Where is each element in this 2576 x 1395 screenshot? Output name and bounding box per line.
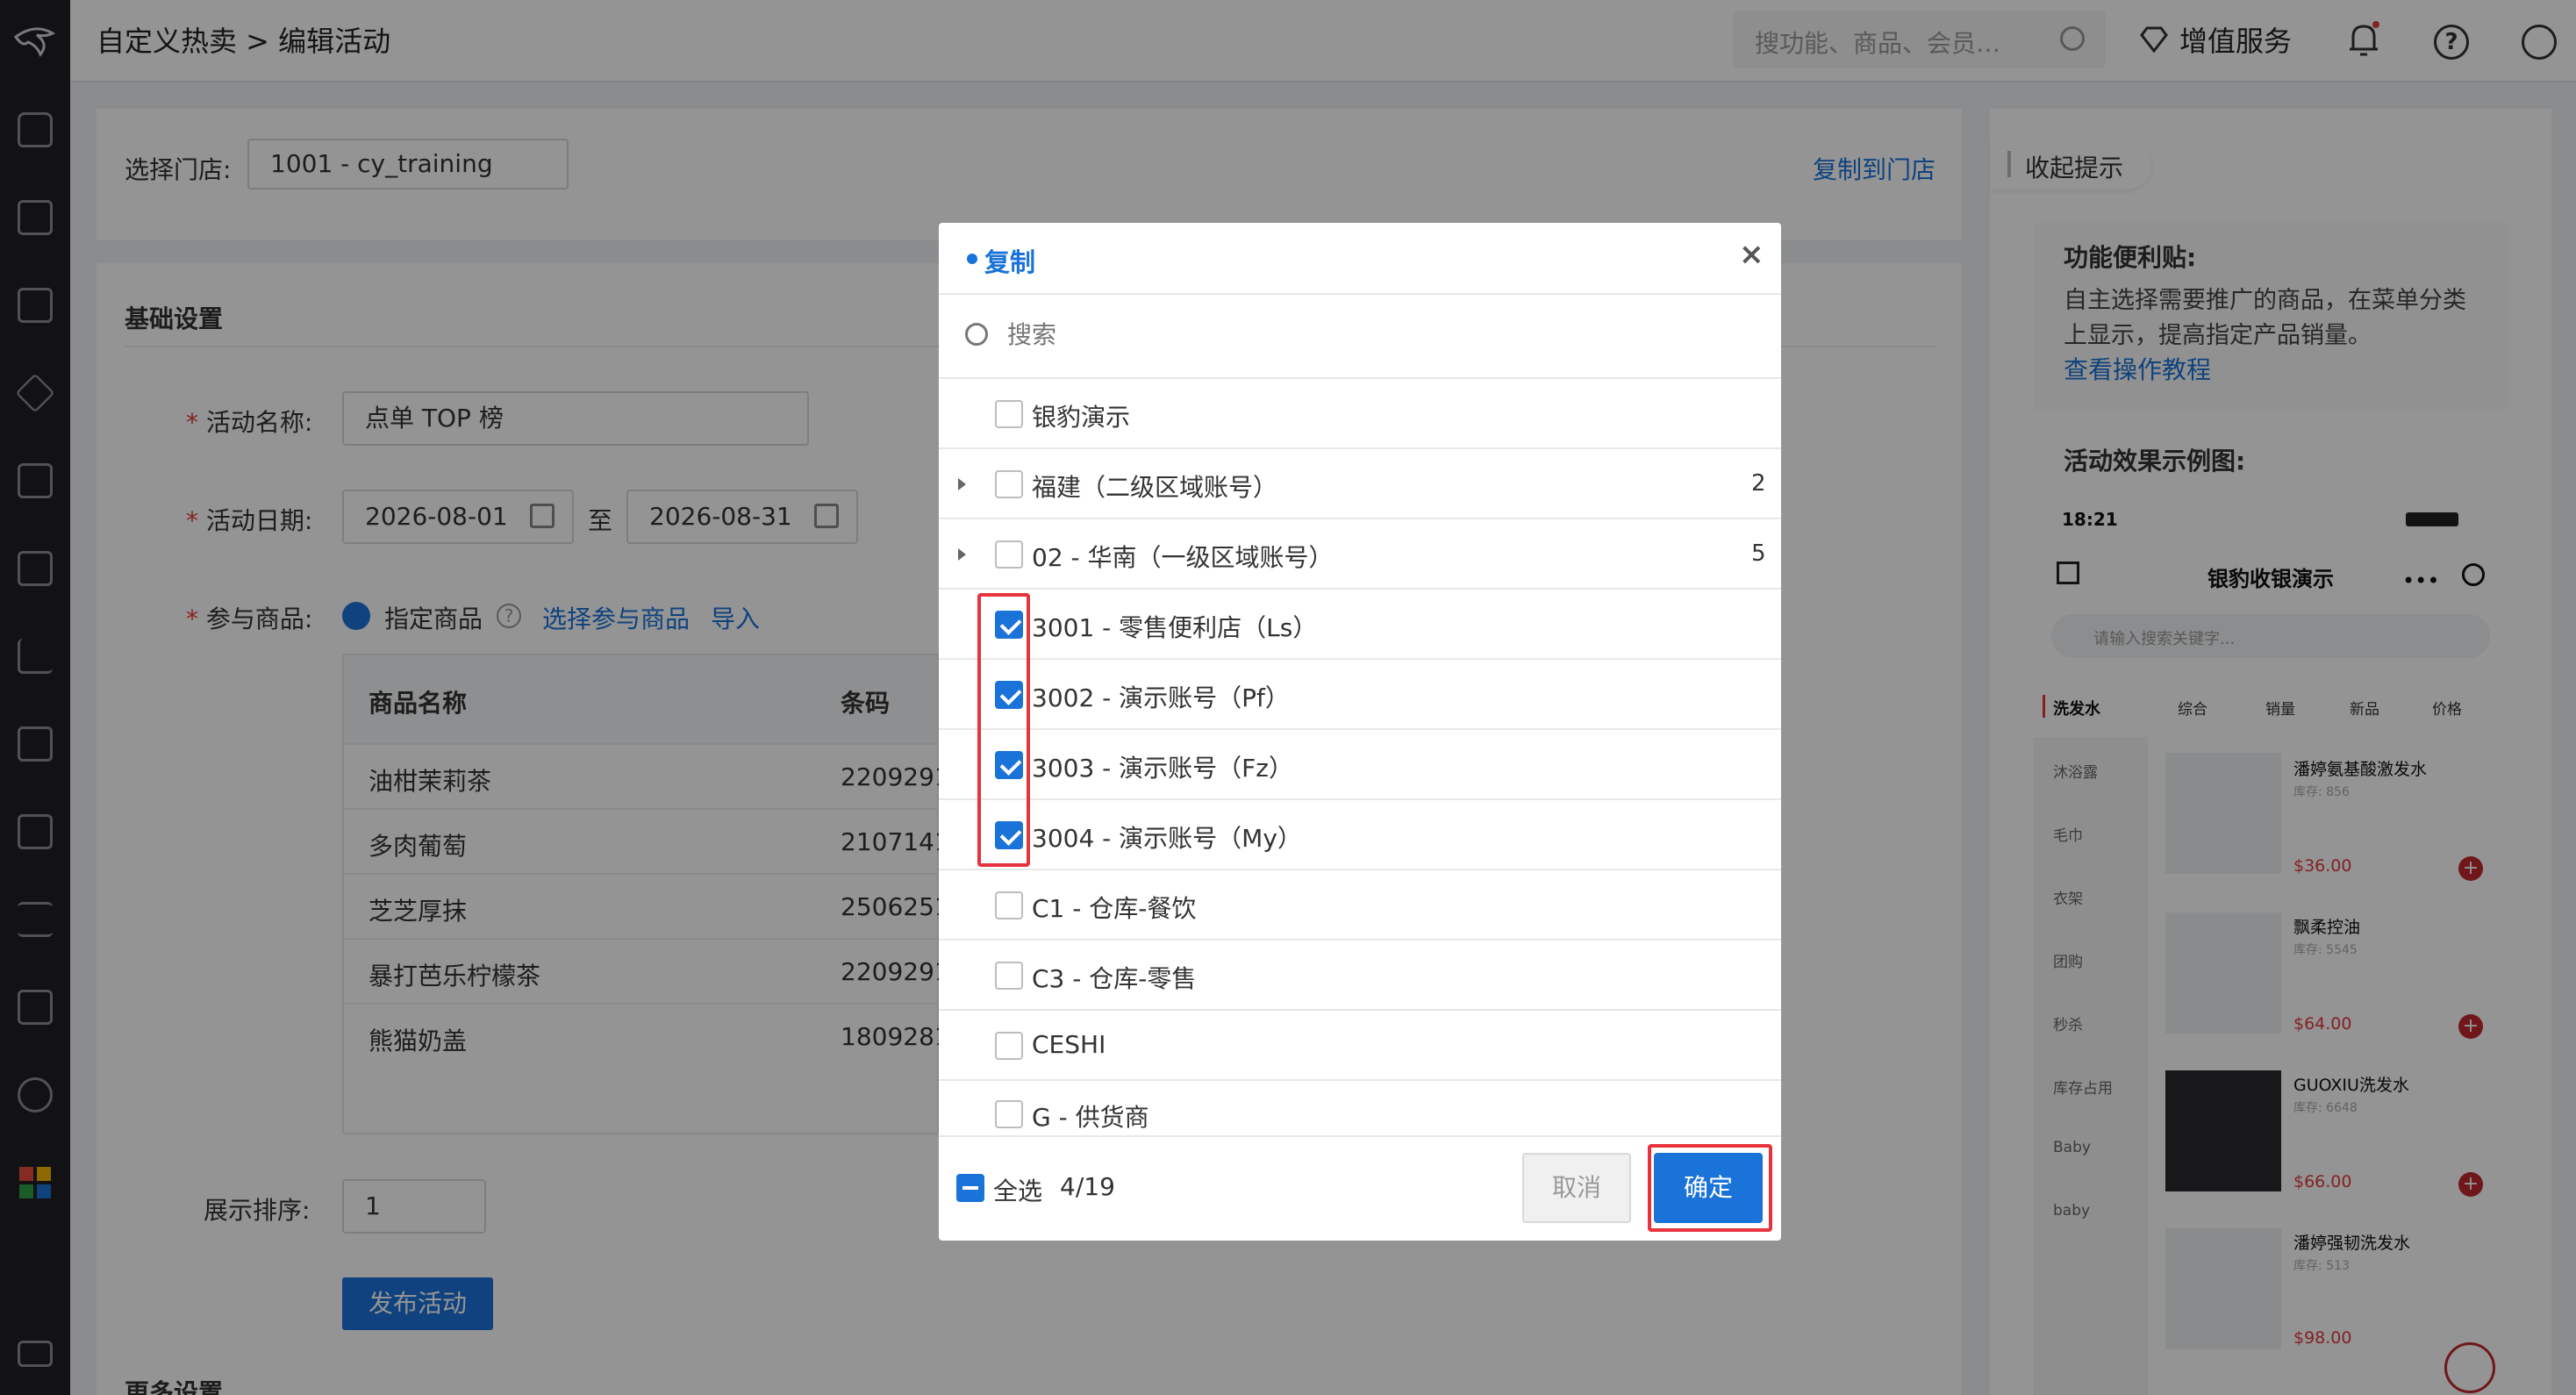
store-count: 5 xyxy=(1751,540,1766,567)
dialog-title: 复制 xyxy=(984,247,1036,277)
store-checkbox[interactable] xyxy=(995,891,1023,919)
store-checkbox[interactable] xyxy=(995,1032,1023,1060)
search-icon xyxy=(965,323,988,346)
store-count: 2 xyxy=(1751,470,1766,497)
expand-caret-icon[interactable] xyxy=(958,478,966,490)
store-list-item[interactable]: C1 - 仓库-餐饮 xyxy=(939,870,1781,941)
store-label: 3002 - 演示账号（Pf） xyxy=(1032,683,1290,712)
store-list-item[interactable]: C3 - 仓库-零售 xyxy=(939,941,1781,1011)
store-list-item[interactable]: 3001 - 零售便利店（Ls） xyxy=(939,590,1781,660)
dialog-divider xyxy=(939,293,1781,295)
store-label: 3001 - 零售便利店（Ls） xyxy=(1032,613,1318,642)
store-list-item[interactable]: 02 - 华南（一级区域账号） 5 xyxy=(939,519,1781,590)
dialog-search-input[interactable] xyxy=(1007,314,1762,356)
close-icon[interactable]: × xyxy=(1739,237,1764,272)
selected-count: 4/19 xyxy=(1060,1172,1115,1201)
store-list-item[interactable]: 3004 - 演示账号（My） xyxy=(939,800,1781,870)
highlight-box xyxy=(1648,1144,1772,1232)
store-label: G - 供货商 xyxy=(1032,1103,1149,1132)
store-label: CESHI xyxy=(1032,1030,1106,1059)
store-list-item[interactable]: G - 供货商 xyxy=(939,1081,1781,1135)
cancel-button[interactable]: 取消 xyxy=(1522,1153,1631,1223)
dialog-divider xyxy=(939,1135,1781,1137)
store-checkbox[interactable] xyxy=(995,962,1023,990)
store-label: C1 - 仓库-餐饮 xyxy=(1032,894,1197,923)
store-label: 银豹演示 xyxy=(1032,403,1131,432)
title-dot-icon xyxy=(967,254,977,264)
select-all-checkbox[interactable] xyxy=(956,1174,984,1202)
store-label: 福建（二级区域账号） xyxy=(1032,473,1278,502)
store-label: 02 - 华南（一级区域账号） xyxy=(1032,543,1334,572)
store-label: C3 - 仓库-零售 xyxy=(1032,964,1197,993)
store-label: 3003 - 演示账号（Fz） xyxy=(1032,754,1293,783)
store-label: 3004 - 演示账号（My） xyxy=(1032,824,1302,853)
expand-caret-icon[interactable] xyxy=(958,548,966,561)
store-list-item[interactable]: 3002 - 演示账号（Pf） xyxy=(939,660,1781,730)
store-checkbox[interactable] xyxy=(995,470,1023,498)
store-checkbox[interactable] xyxy=(995,400,1023,428)
store-list-item[interactable]: CESHI xyxy=(939,1011,1781,1081)
store-list-item[interactable]: 银豹演示 xyxy=(939,379,1781,449)
store-checkbox[interactable] xyxy=(995,540,1023,569)
highlight-box xyxy=(977,593,1030,867)
store-list-item[interactable]: 3003 - 演示账号（Fz） xyxy=(939,730,1781,800)
select-all-label: 全选 xyxy=(993,1177,1043,1205)
store-list-item[interactable]: 福建（二级区域账号） 2 xyxy=(939,449,1781,519)
store-checkbox[interactable] xyxy=(995,1100,1023,1128)
